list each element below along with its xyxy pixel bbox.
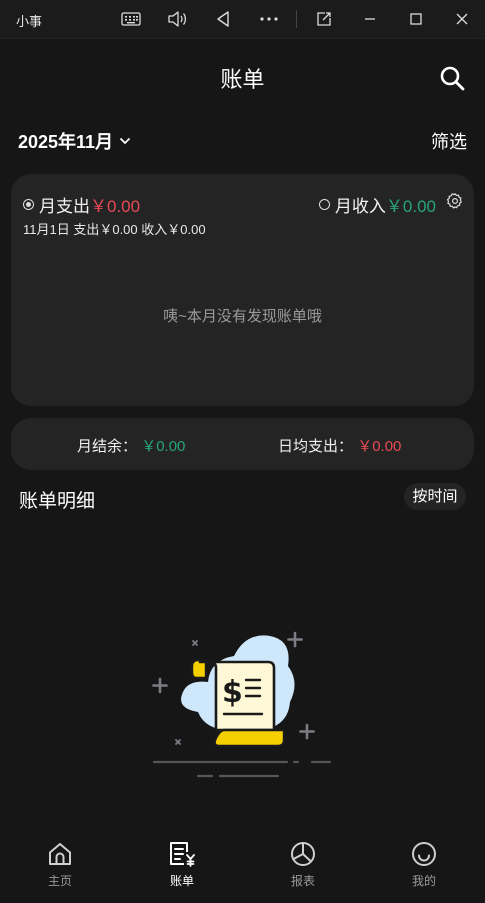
nav-item-bills[interactable]: 账单	[137, 840, 227, 889]
nav-item-profile[interactable]: 我的	[379, 840, 469, 889]
balance-value: ￥0.00	[141, 438, 186, 455]
income-value: ￥0.00	[385, 197, 436, 216]
bill-icon	[170, 842, 195, 867]
settings-button[interactable]	[446, 192, 464, 210]
income-toggle[interactable]: 月收入 ￥0.00	[318, 192, 436, 217]
svg-text:$: $	[222, 675, 243, 710]
more-dots-icon[interactable]	[258, 9, 280, 29]
summary-card: 月支出 ￥0.00 月收入 ￥0.00 11月1日 支出￥0.00 收入￥0.0…	[11, 174, 474, 406]
empty-bill-illustration: $	[150, 622, 335, 782]
daily-average-label: 日均支出：	[278, 438, 354, 455]
radio-checked-icon	[23, 199, 34, 210]
popout-window-icon[interactable]	[313, 9, 335, 29]
maximize-icon[interactable]	[405, 9, 427, 29]
income-label: 月收入	[334, 197, 386, 216]
daily-average-value: ￥0.00	[357, 438, 402, 455]
search-button[interactable]	[438, 64, 466, 92]
expense-value: ￥0.00	[90, 197, 141, 216]
month-selector[interactable]: 2025年11月	[18, 128, 131, 154]
nav-label: 报表	[290, 874, 315, 888]
chevron-down-icon	[119, 137, 131, 145]
nav-label: 账单	[169, 874, 194, 888]
titlebar-divider	[296, 10, 297, 28]
volume-icon[interactable]	[166, 9, 188, 29]
keyboard-icon[interactable]	[120, 9, 142, 29]
gear-icon	[446, 193, 462, 209]
nav-label: 我的	[411, 874, 436, 888]
daily-summary-line: 11月1日 支出￥0.00 收入￥0.00	[23, 222, 206, 237]
back-triangle-icon[interactable]	[212, 9, 234, 29]
app-name: 小事	[16, 14, 43, 29]
filter-button[interactable]: 筛选	[431, 128, 467, 154]
nav-label: 主页	[47, 874, 72, 888]
minimize-icon[interactable]	[359, 9, 381, 29]
nav-item-home[interactable]: 主页	[15, 840, 105, 889]
month-label: 2025年11月	[18, 132, 114, 152]
pie-chart-icon	[291, 842, 315, 866]
page-title: 账单	[220, 67, 265, 92]
section-title: 账单明细	[19, 491, 96, 512]
daily-average-expense: 日均支出： ￥0.00	[278, 435, 401, 456]
close-icon[interactable]	[451, 9, 473, 29]
smile-icon	[412, 842, 436, 866]
home-icon	[49, 843, 71, 865]
monthly-balance: 月结余： ￥0.00	[77, 435, 185, 456]
radio-unchecked-icon	[318, 199, 330, 210]
window-titlebar: 小事	[0, 0, 485, 39]
balance-label: 月结余：	[77, 438, 138, 455]
search-icon	[440, 66, 465, 91]
balance-card: 月结余： ￥0.00 日均支出： ￥0.00	[11, 418, 474, 470]
bottom-navigation: 主页 账单 报表 我的	[0, 832, 485, 903]
nav-item-reports[interactable]: 报表	[258, 840, 348, 889]
sort-by-time-button[interactable]: 按时间	[404, 483, 466, 510]
expense-label: 月支出	[39, 197, 90, 216]
expense-toggle[interactable]: 月支出 ￥0.00	[23, 192, 140, 217]
empty-message: 咦~本月没有发现账单哦	[163, 308, 322, 325]
